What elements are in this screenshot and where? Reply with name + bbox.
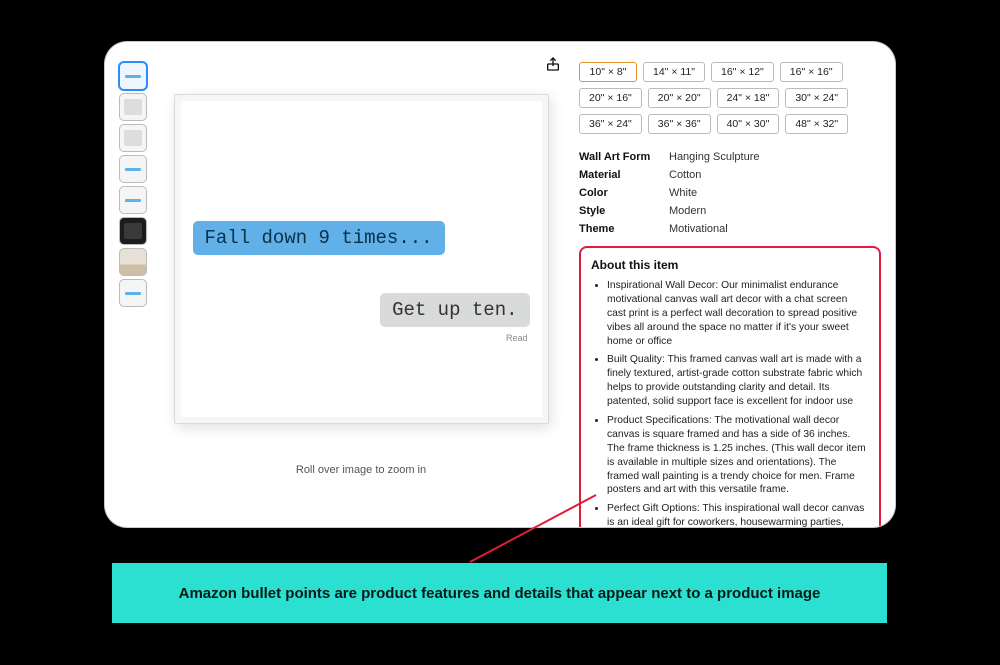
- attr-row-3: StyleModern: [579, 202, 881, 220]
- attr-label: Material: [579, 169, 669, 181]
- attr-row-1: MaterialCotton: [579, 166, 881, 184]
- product-page-frame: Fall down 9 times... Get up ten. Read Ro…: [105, 42, 895, 527]
- size-option-9[interactable]: 36" × 36": [648, 114, 711, 134]
- attr-label: Color: [579, 187, 669, 199]
- chat-bubble-bottom: Get up ten. Read: [380, 293, 529, 327]
- read-receipt: Read: [506, 333, 528, 343]
- chat-bubble-bottom-text: Get up ten.: [392, 299, 517, 321]
- thumbnail-strip: [119, 56, 151, 517]
- attr-row-0: Wall Art FormHanging Sculpture: [579, 148, 881, 166]
- attr-row-2: ColorWhite: [579, 184, 881, 202]
- attributes-table: Wall Art FormHanging SculptureMaterialCo…: [579, 148, 881, 238]
- size-option-8[interactable]: 36" × 24": [579, 114, 642, 134]
- size-option-5[interactable]: 20" × 20": [648, 88, 711, 108]
- size-option-10[interactable]: 40" × 30": [717, 114, 780, 134]
- size-option-4[interactable]: 20" × 16": [579, 88, 642, 108]
- explainer-caption: Amazon bullet points are product feature…: [112, 563, 887, 623]
- attr-value: Cotton: [669, 169, 701, 181]
- image-column: Fall down 9 times... Get up ten. Read Ro…: [161, 56, 561, 517]
- size-option-11[interactable]: 48" × 32": [785, 114, 848, 134]
- attr-value: Hanging Sculpture: [669, 151, 760, 163]
- product-main-image[interactable]: Fall down 9 times... Get up ten. Read: [174, 94, 549, 424]
- thumbnail-3[interactable]: [119, 155, 147, 183]
- attr-label: Style: [579, 205, 669, 217]
- details-column: 10" × 8" 14" × 11" 16" × 12" 16" × 16" 20" ×…: [561, 56, 881, 517]
- size-option-0[interactable]: 10" × 8": [579, 62, 637, 82]
- about-bullet-2: Product Specifications: The motivational…: [607, 414, 867, 497]
- caption-text: Amazon bullet points are product feature…: [171, 585, 829, 602]
- product-page-content: Fall down 9 times... Get up ten. Read Ro…: [105, 42, 895, 527]
- chat-bubble-top: Fall down 9 times...: [193, 221, 445, 255]
- about-bullet-0: Inspirational Wall Decor: Our minimalist…: [607, 279, 867, 348]
- about-bullet-1: Built Quality: This framed canvas wall a…: [607, 353, 867, 409]
- share-icon[interactable]: [545, 56, 561, 72]
- size-option-7[interactable]: 30" × 24": [785, 88, 848, 108]
- thumbnail-6[interactable]: [119, 248, 147, 276]
- attr-row-4: ThemeMotivational: [579, 220, 881, 238]
- thumbnail-5[interactable]: [119, 217, 147, 245]
- about-bullet-3: Perfect Gift Options: This inspirational…: [607, 502, 867, 527]
- size-options: 10" × 8" 14" × 11" 16" × 12" 16" × 16" 20" ×…: [579, 62, 881, 134]
- rollover-hint: Roll over image to zoom in: [296, 464, 426, 476]
- thumbnail-1[interactable]: [119, 93, 147, 121]
- size-option-3[interactable]: 16" × 16": [780, 62, 843, 82]
- thumbnail-2[interactable]: [119, 124, 147, 152]
- size-option-1[interactable]: 14" × 11": [643, 62, 705, 82]
- about-this-item-box: About this item Inspirational Wall Decor…: [579, 246, 881, 527]
- attr-label: Wall Art Form: [579, 151, 669, 163]
- attr-value: Motivational: [669, 223, 728, 235]
- about-title: About this item: [591, 258, 867, 272]
- about-bullet-list: Inspirational Wall Decor: Our minimalist…: [591, 279, 867, 527]
- thumbnail-0[interactable]: [119, 62, 147, 90]
- attr-value: White: [669, 187, 697, 199]
- thumbnail-7[interactable]: [119, 279, 147, 307]
- share-row: [161, 56, 561, 76]
- thumbnail-4[interactable]: [119, 186, 147, 214]
- attr-label: Theme: [579, 223, 669, 235]
- size-option-2[interactable]: 16" × 12": [711, 62, 774, 82]
- attr-value: Modern: [669, 205, 706, 217]
- size-option-6[interactable]: 24" × 18": [717, 88, 780, 108]
